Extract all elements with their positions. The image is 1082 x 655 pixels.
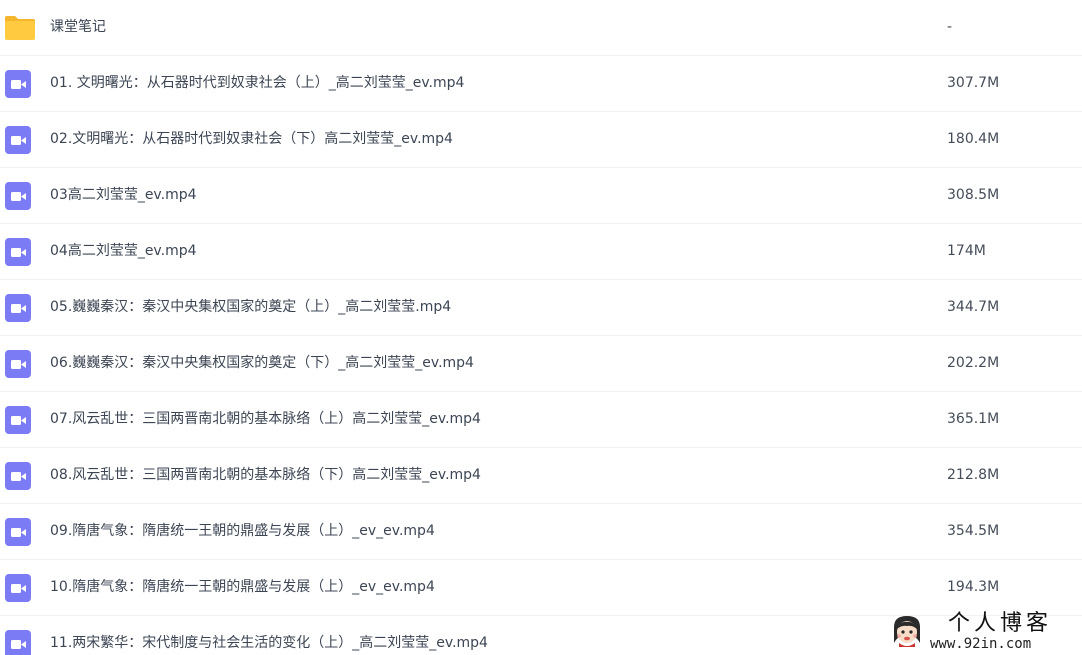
video-file-icon	[4, 126, 32, 154]
file-name[interactable]: 05.巍巍秦汉：秦汉中央集权国家的奠定（上）_高二刘莹莹.mp4	[50, 297, 451, 317]
video-file-icon	[4, 518, 32, 546]
file-size: -	[947, 19, 953, 35]
file-name[interactable]: 03高二刘莹莹_ev.mp4	[50, 185, 197, 205]
file-row[interactable]: 03高二刘莹莹_ev.mp4 308.5M	[0, 168, 1082, 224]
file-row[interactable]: 05.巍巍秦汉：秦汉中央集权国家的奠定（上）_高二刘莹莹.mp4 344.7M	[0, 280, 1082, 336]
file-size: 365.1M	[947, 411, 1000, 427]
video-file-icon	[4, 294, 32, 322]
file-size: 202.2M	[947, 355, 1000, 371]
file-row[interactable]: 08.风云乱世：三国两晋南北朝的基本脉络（下）高二刘莹莹_ev.mp4 212.…	[0, 448, 1082, 504]
video-file-icon	[4, 574, 32, 602]
file-name[interactable]: 01. 文明曙光：从石器时代到奴隶社会（上）_高二刘莹莹_ev.mp4	[50, 73, 464, 93]
mascot-icon	[890, 613, 924, 649]
file-size: 354.5M	[947, 523, 1000, 539]
folder-row[interactable]: 课堂笔记 -	[0, 0, 1082, 56]
file-name[interactable]: 11.两宋繁华：宋代制度与社会生活的变化（上）_高二刘莹莹_ev.mp4	[50, 633, 488, 653]
file-size: 308.5M	[947, 187, 1000, 203]
video-file-icon	[4, 182, 32, 210]
file-name[interactable]: 02.文明曙光：从石器时代到奴隶社会（下）高二刘莹莹_ev.mp4	[50, 129, 453, 149]
file-row[interactable]: 01. 文明曙光：从石器时代到奴隶社会（上）_高二刘莹莹_ev.mp4 307.…	[0, 56, 1082, 112]
video-file-icon	[4, 630, 32, 655]
file-size: 344.7M	[947, 299, 1000, 315]
file-name[interactable]: 10.隋唐气象：隋唐统一王朝的鼎盛与发展（上）_ev_ev.mp4	[50, 577, 435, 597]
file-name[interactable]: 09.隋唐气象：隋唐统一王朝的鼎盛与发展（上）_ev_ev.mp4	[50, 521, 435, 541]
file-size: 180.4M	[947, 131, 1000, 147]
file-name[interactable]: 06.巍巍秦汉：秦汉中央集权国家的奠定（下）_高二刘莹莹_ev.mp4	[50, 353, 474, 373]
file-name[interactable]: 课堂笔记	[50, 17, 106, 37]
watermark: 个人博客 www.92in.com	[886, 609, 1082, 655]
video-file-icon	[4, 406, 32, 434]
file-size: 212.8M	[947, 467, 1000, 483]
video-file-icon	[4, 238, 32, 266]
video-file-icon	[4, 462, 32, 490]
folder-icon	[4, 14, 35, 42]
file-name[interactable]: 04高二刘莹莹_ev.mp4	[50, 241, 197, 261]
file-name[interactable]: 08.风云乱世：三国两晋南北朝的基本脉络（下）高二刘莹莹_ev.mp4	[50, 465, 481, 485]
file-row[interactable]: 09.隋唐气象：隋唐统一王朝的鼎盛与发展（上）_ev_ev.mp4 354.5M	[0, 504, 1082, 560]
file-row[interactable]: 10.隋唐气象：隋唐统一王朝的鼎盛与发展（上）_ev_ev.mp4 194.3M	[0, 560, 1082, 616]
file-row[interactable]: 04高二刘莹莹_ev.mp4 174M	[0, 224, 1082, 280]
video-file-icon	[4, 350, 32, 378]
file-row[interactable]: 02.文明曙光：从石器时代到奴隶社会（下）高二刘莹莹_ev.mp4 180.4M	[0, 112, 1082, 168]
video-file-icon	[4, 70, 32, 98]
file-list: 课堂笔记 - 01. 文明曙光：从石器时代到奴隶社会（上）_高二刘莹莹_ev.m…	[0, 0, 1082, 655]
watermark-title: 个人博客	[948, 611, 1053, 636]
file-name[interactable]: 07.风云乱世：三国两晋南北朝的基本脉络（上）高二刘莹莹_ev.mp4	[50, 409, 481, 429]
file-size: 307.7M	[947, 75, 1000, 91]
file-row[interactable]: 07.风云乱世：三国两晋南北朝的基本脉络（上）高二刘莹莹_ev.mp4 365.…	[0, 392, 1082, 448]
file-size: 194.3M	[947, 579, 1000, 595]
file-size: 174M	[947, 243, 986, 259]
file-row[interactable]: 06.巍巍秦汉：秦汉中央集权国家的奠定（下）_高二刘莹莹_ev.mp4 202.…	[0, 336, 1082, 392]
watermark-url: www.92in.com	[930, 636, 1032, 652]
